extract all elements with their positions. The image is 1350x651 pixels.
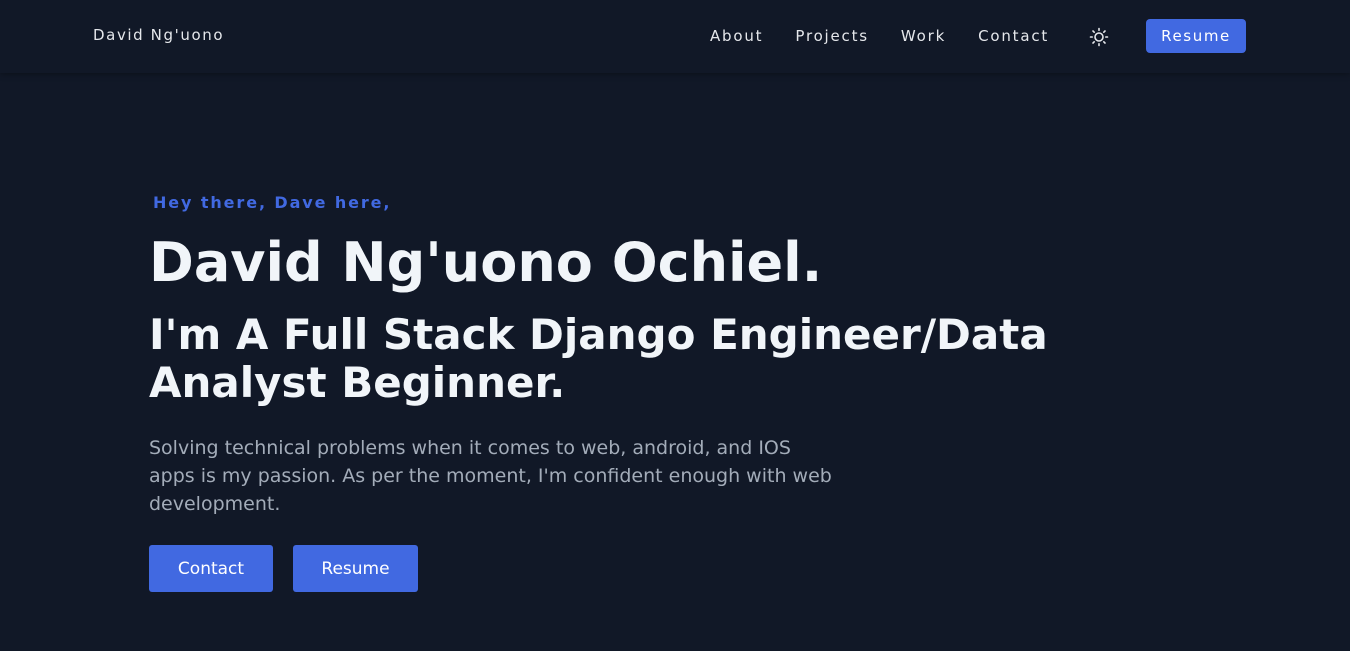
sun-icon[interactable] [1089,27,1109,47]
resume-button[interactable]: Resume [293,545,418,592]
sun-icon-graphic [1089,27,1109,47]
nav-link-about[interactable]: About [710,26,763,46]
hero-description: Solving technical problems when it comes… [149,437,832,515]
nav-link-contact[interactable]: Contact [978,26,1049,46]
hero-greeting: Hey there, Dave here, [153,193,392,212]
hero-name: David Ng'uono Ochiel. [149,231,823,294]
contact-button[interactable]: Contact [149,545,273,592]
hero-role: I'm A Full Stack Django Engineer/Data An… [149,310,1048,407]
nav-links: About Projects Work Contact [710,26,1081,46]
brand-link[interactable]: David Ng'uono [93,26,224,44]
navbar: David Ng'uono About Projects Work Contac… [0,0,1350,73]
nav-link-projects[interactable]: Projects [795,26,869,46]
nav-link-work[interactable]: Work [901,26,946,46]
nav-resume-button[interactable]: Resume [1146,19,1246,53]
